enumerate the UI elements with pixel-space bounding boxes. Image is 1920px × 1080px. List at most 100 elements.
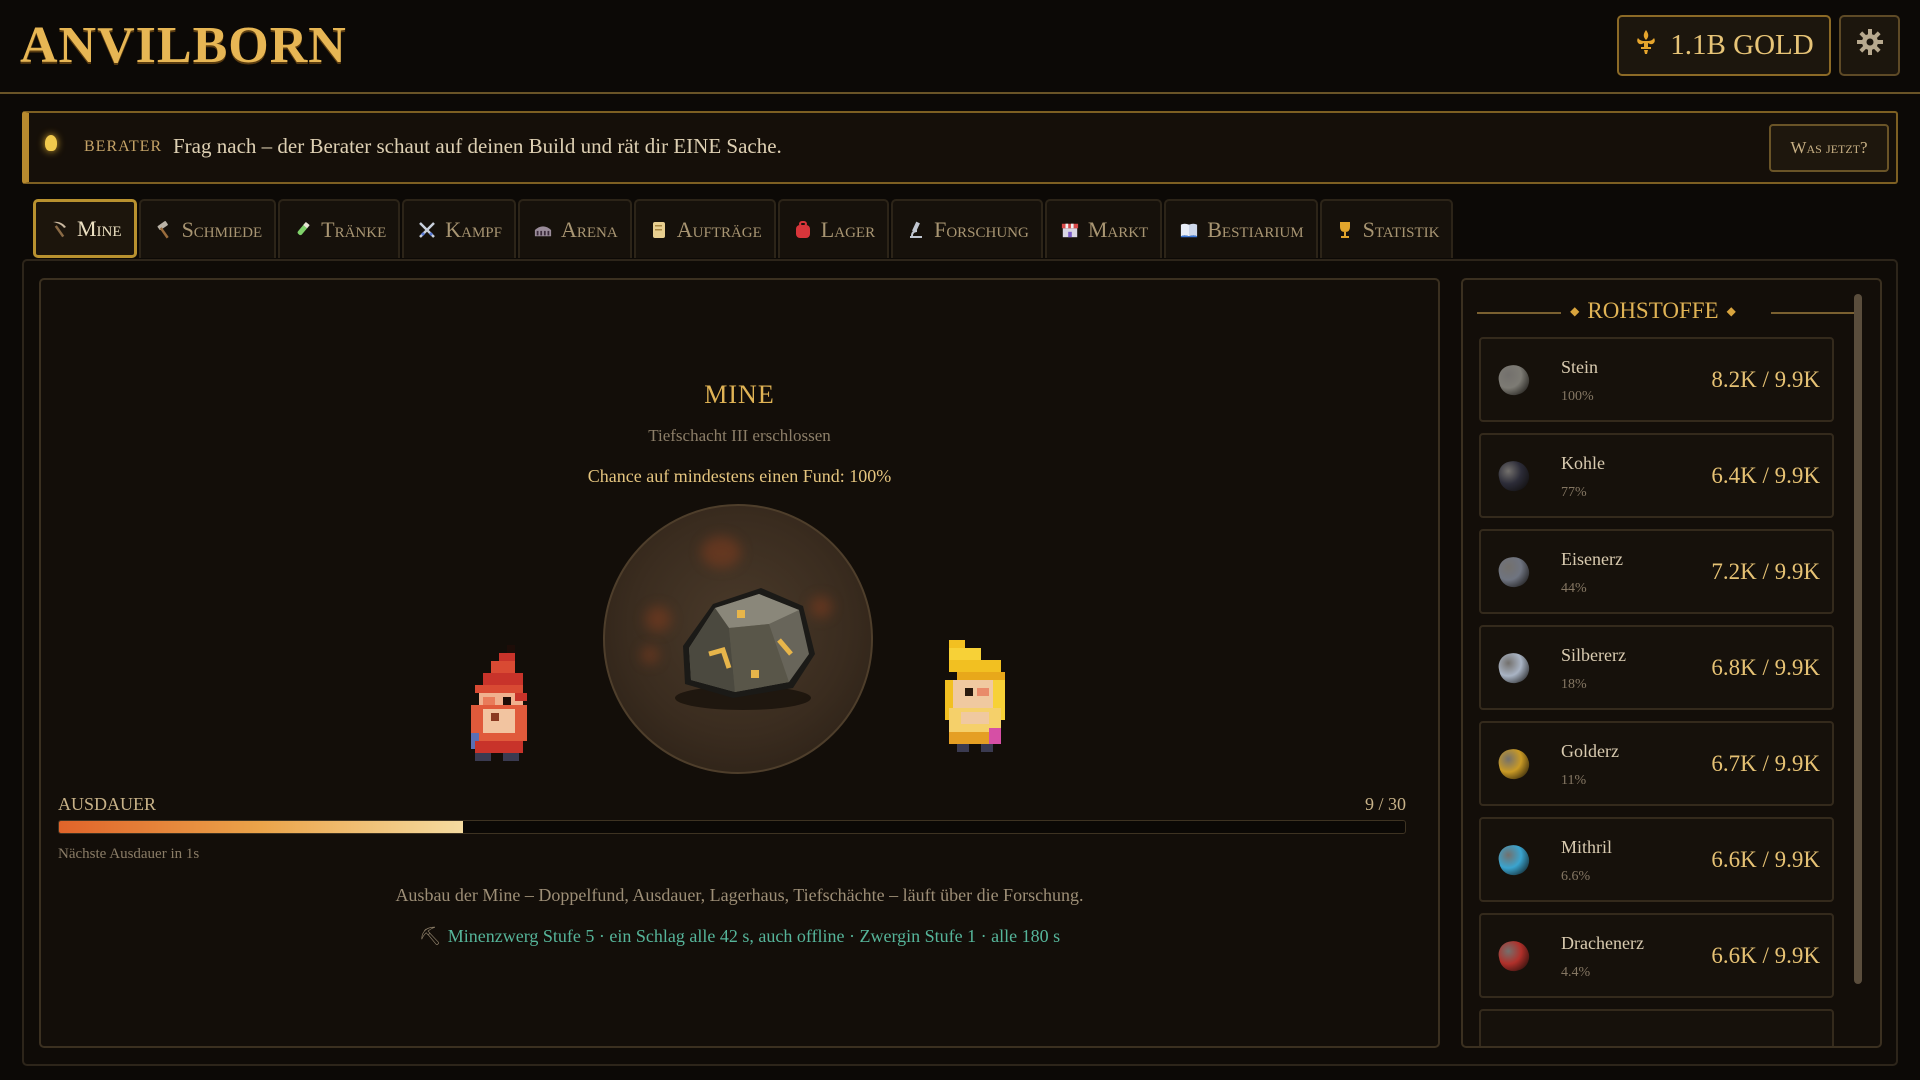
ore-icon — [1496, 362, 1532, 398]
gold-counter-button[interactable]: 1.1B GOLD — [1617, 15, 1831, 76]
resource-percent: 77% — [1561, 485, 1587, 500]
resource-amount: 6.4K / 9.9K — [1711, 463, 1820, 488]
tab-kampf[interactable]: Kampf — [402, 199, 516, 258]
what-now-button[interactable]: Was jetzt? — [1769, 124, 1889, 172]
tab-arena[interactable]: Arena — [518, 199, 632, 258]
resource-percent: 100% — [1561, 389, 1594, 404]
resource-name: Eisenerz — [1561, 549, 1623, 569]
resource-amount: 6.6K / 9.9K — [1711, 943, 1820, 968]
resource-percent: 11% — [1561, 773, 1587, 788]
miner-dwarf-sprite — [471, 645, 527, 761]
tab-schmiede[interactable]: Schmiede — [138, 199, 277, 258]
resource-name: Golderz — [1561, 741, 1619, 761]
stamina-bar-fill — [59, 821, 463, 833]
fleur-de-lis-icon — [1634, 29, 1658, 63]
main-tabs: Mine Schmiede Tränke Kampf Arena Aufträg… — [33, 199, 1454, 259]
backpack-icon — [794, 220, 812, 239]
resource-percent: 18% — [1561, 677, 1587, 692]
resource-name: Kohle — [1561, 453, 1605, 473]
resource-amount: 6.8K / 9.9K — [1711, 655, 1820, 680]
tab-label: Schmiede — [181, 216, 263, 242]
resources-scrollbar[interactable] — [1854, 294, 1862, 984]
resource-item[interactable]: Golderz 11% 6.7K / 9.9K — [1479, 721, 1834, 806]
mine-dwarf-text: Minenzwerg Stufe 5 · ein Schlag alle 42 … — [447, 926, 1061, 946]
tab-label: Mine — [77, 215, 122, 241]
ore-rock-icon — [675, 588, 815, 710]
tab-forschung[interactable]: Forschung — [891, 199, 1043, 258]
ore-icon — [1496, 938, 1532, 974]
lightbulb-icon — [45, 135, 57, 151]
ore-icon — [1496, 554, 1532, 590]
settings-button[interactable] — [1839, 15, 1900, 76]
tab-label: Forschung — [934, 216, 1029, 242]
tab-label: Tränke — [321, 216, 387, 242]
gold-amount-label: 1.1B GOLD — [1670, 29, 1814, 61]
book-icon — [1180, 221, 1198, 239]
tab-auftraege[interactable]: Aufträge — [633, 199, 776, 258]
ore-icon — [1496, 746, 1532, 782]
tab-label: Aufträge — [676, 216, 762, 242]
resource-name: Stein — [1561, 357, 1599, 377]
resource-item[interactable]: Stein 100% 8.2K / 9.9K — [1479, 337, 1834, 422]
pickaxe-icon: ⛏ — [418, 926, 442, 947]
ore-icon — [1496, 458, 1532, 494]
resource-item[interactable]: Mithril 6.6% 6.6K / 9.9K — [1479, 817, 1834, 902]
trophy-icon — [1336, 221, 1354, 239]
resource-amount: 6.7K / 9.9K — [1711, 751, 1820, 776]
mine-panel: MINE Tiefschacht III erschlossen Chance … — [39, 278, 1440, 1048]
resource-item[interactable]: Drachenerz 4.4% 6.6K / 9.9K — [1479, 913, 1834, 998]
tab-traenke[interactable]: Tränke — [278, 199, 401, 258]
diamond-ornament-icon: ◆ — [1726, 304, 1736, 318]
resource-percent: 44% — [1561, 581, 1587, 596]
advisor-message: Frag nach – der Berater schaut auf deine… — [173, 134, 782, 158]
resource-percent: 4.4% — [1561, 965, 1591, 980]
resources-list: Stein 100% 8.2K / 9.9K Kohle 77% 6.4K / 9.9K E… — [1479, 337, 1834, 1046]
market-icon — [1061, 221, 1079, 239]
resource-item[interactable]: Eisenerz 44% 7.2K / 9.9K — [1479, 529, 1834, 614]
diamond-ornament-icon: ◆ — [1570, 304, 1580, 318]
mine-title: MINE — [704, 380, 775, 409]
resource-amount: 7.2K / 9.9K — [1711, 559, 1820, 584]
tab-label: Lager — [820, 216, 876, 242]
scroll-icon — [650, 221, 668, 239]
ore-icon — [1496, 842, 1532, 878]
mine-find-chance: Chance auf mindestens einen Fund: 100% — [587, 466, 892, 486]
mine-rock-button[interactable] — [603, 504, 873, 774]
stamina-bar — [58, 820, 1406, 834]
tab-mine[interactable]: Mine — [33, 199, 137, 258]
tab-label: Markt — [1087, 216, 1149, 242]
potion-icon — [294, 221, 312, 239]
tab-label: Bestiarium — [1207, 216, 1304, 242]
tab-lager[interactable]: Lager — [777, 199, 890, 258]
gear-icon — [1856, 28, 1884, 64]
resource-amount: 8.2K / 9.9K — [1711, 367, 1820, 392]
ore-icon — [1496, 650, 1532, 686]
hammer-icon — [155, 220, 173, 239]
female-dwarf-sprite — [945, 640, 1005, 752]
mine-upgrade-note: Ausbau der Mine – Doppelfund, Ausdauer, … — [395, 885, 1084, 905]
mine-dwarf-info: ⛏ Minenzwerg Stufe 5 · ein Schlag alle 42… — [41, 926, 1438, 947]
tab-statistik[interactable]: Statistik — [1319, 199, 1454, 258]
tab-label: Statistik — [1362, 216, 1440, 242]
top-bar: ANVILBORN 1.1B GOLD — [0, 0, 1920, 94]
pickaxe-icon — [50, 220, 68, 238]
tab-label: Kampf — [445, 216, 502, 242]
crossed-swords-icon — [418, 221, 436, 239]
advisor-banner: BERATER Frag nach – der Berater schaut a… — [22, 111, 1898, 184]
stamina-value: 9 / 30 — [1364, 794, 1406, 814]
resource-name: Drachenerz — [1561, 933, 1644, 953]
resource-percent: 6.6% — [1561, 869, 1591, 884]
mine-subtitle: Tiefschacht III erschlossen — [648, 426, 831, 445]
resources-title: ROHSTOFFE — [1587, 298, 1719, 323]
stamina-label: AUSDAUER — [58, 794, 157, 814]
resources-panel: ◆ ROHSTOFFE ◆ Stein 100% 8.2K / 9.9K Kohle 77%… — [1461, 278, 1882, 1048]
resource-name: Silbererz — [1561, 645, 1626, 665]
tab-label: Arena — [561, 216, 618, 242]
resource-amount: 6.6K / 9.9K — [1711, 847, 1820, 872]
resource-item-partial[interactable] — [1479, 1009, 1834, 1046]
resource-item[interactable]: Silbererz 18% 6.8K / 9.9K — [1479, 625, 1834, 710]
tab-bestiarium[interactable]: Bestiarium — [1164, 199, 1318, 258]
tab-markt[interactable]: Markt — [1044, 199, 1163, 258]
game-logo: ANVILBORN — [20, 17, 347, 74]
resource-item[interactable]: Kohle 77% 6.4K / 9.9K — [1479, 433, 1834, 518]
